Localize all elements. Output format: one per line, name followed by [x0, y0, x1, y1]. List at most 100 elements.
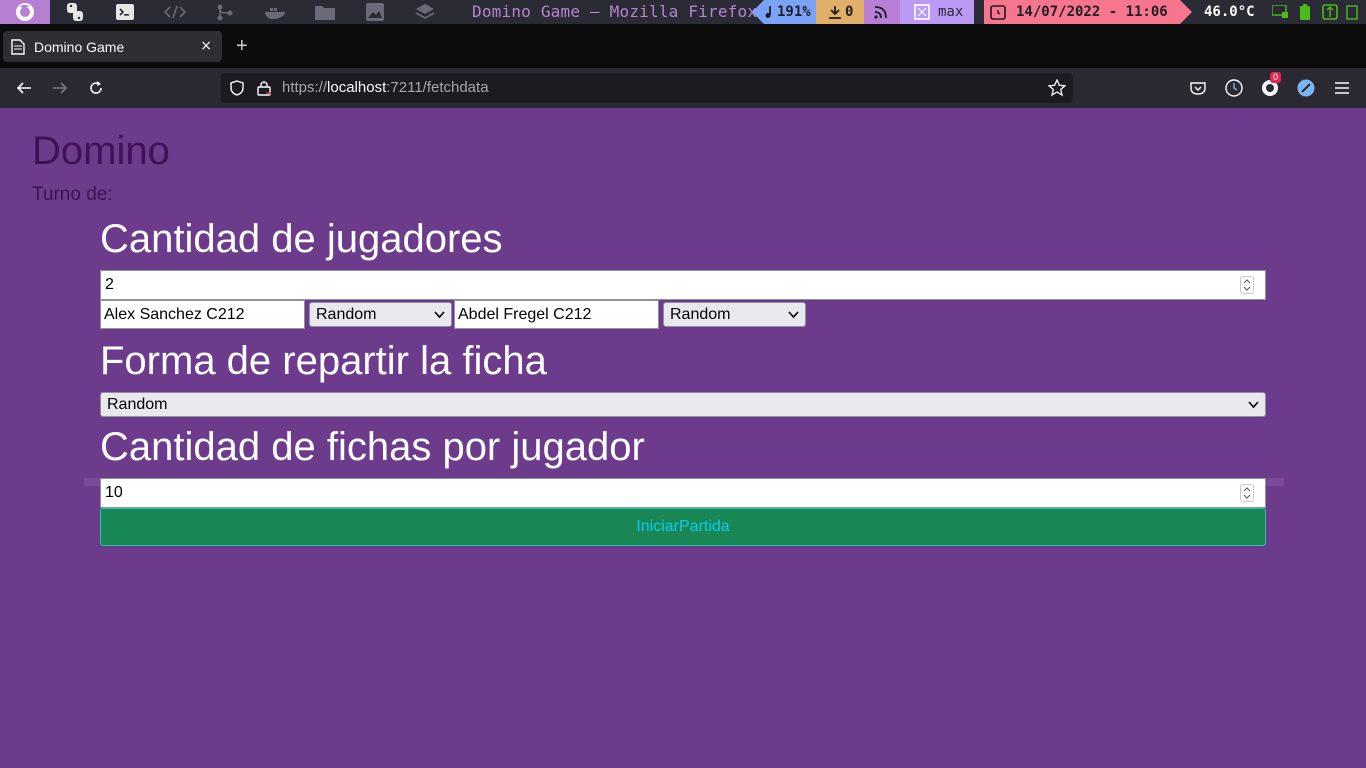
volume-indicator[interactable]: 191%	[764, 0, 816, 24]
start-game-button[interactable]: IniciarPartida	[100, 508, 1266, 546]
pocket-icon	[1190, 82, 1206, 95]
spinner-down-icon[interactable]	[1243, 286, 1251, 291]
browser-tab-bar: Domino Game × +	[0, 24, 1366, 68]
pill-arrow	[816, 0, 828, 24]
downloads-count: 0	[845, 4, 854, 20]
pill-arrow	[1180, 0, 1192, 24]
datetime-value: 14/07/2022 - 11:06	[1016, 4, 1168, 20]
players-count-heading: Cantidad de jugadores	[100, 217, 503, 261]
workspace-layers[interactable]	[400, 0, 450, 24]
tiles-per-player-spinner[interactable]	[1240, 484, 1254, 502]
spinner-up-icon[interactable]	[1243, 487, 1251, 492]
reload-button[interactable]	[84, 76, 108, 100]
tiles-per-player-value: 10	[105, 484, 123, 501]
reload-icon	[90, 81, 102, 94]
workspace-firefox[interactable]	[0, 0, 50, 24]
pocket-button[interactable]	[1186, 76, 1210, 100]
layout-value: max	[938, 4, 964, 20]
workspace-files[interactable]	[300, 0, 350, 24]
workspace-code[interactable]	[150, 0, 200, 24]
deal-mode-heading: Forma de repartir la ficha	[100, 339, 547, 383]
maximize-icon	[914, 4, 930, 20]
pill-arrow	[752, 0, 764, 24]
account-icon	[1297, 79, 1315, 97]
music-note-icon	[765, 6, 771, 18]
players-count-input[interactable]: 2	[100, 270, 1266, 300]
back-arrow-icon	[16, 82, 31, 94]
url-path: :7211/fetchdata	[386, 79, 489, 96]
code-icon	[163, 5, 187, 19]
docker-icon	[265, 8, 285, 19]
player-2-name-input[interactable]: Abdel Fregel C212	[454, 300, 659, 329]
player-1-strategy: Random	[316, 305, 377, 323]
player-1-strategy-select[interactable]: Random	[309, 302, 452, 327]
ublock-button[interactable]: 0	[1258, 72, 1282, 100]
chevron-down-icon	[434, 311, 445, 319]
rss-icon	[873, 6, 887, 19]
player-2-strategy: Random	[670, 305, 731, 323]
page-content: Domino Turno de: Cantidad de jugadores 2…	[0, 108, 1366, 768]
workspace-python[interactable]	[50, 0, 100, 24]
lock-icon[interactable]	[257, 80, 271, 96]
battery-tray-icon[interactable]	[1300, 4, 1310, 20]
players-count-spinner[interactable]	[1240, 276, 1254, 294]
terminal-icon	[116, 4, 134, 20]
player-1-name-input[interactable]: Alex Sanchez C212	[100, 300, 305, 329]
url-host: localhost	[327, 79, 387, 96]
url-text[interactable]: https://localhost:7211/fetchdata	[282, 79, 489, 96]
layout-indicator[interactable]: max	[900, 0, 974, 24]
spinner-up-icon[interactable]	[1243, 279, 1251, 284]
display-tray-icon[interactable]	[1272, 5, 1288, 19]
network-indicator[interactable]	[864, 0, 900, 24]
spinner-down-icon[interactable]	[1243, 494, 1251, 499]
workspace-terminal[interactable]	[100, 0, 150, 24]
url-bar[interactable]: https://localhost:7211/fetchdata	[221, 73, 1073, 103]
tiles-per-player-heading: Cantidad de fichas por jugador	[100, 425, 645, 469]
python-icon	[67, 3, 83, 21]
browser-nav-bar: https://localhost:7211/fetchdata 0	[0, 68, 1366, 108]
tab-domino-game[interactable]: Domino Game ×	[3, 31, 222, 62]
tab-close-icon[interactable]: ×	[200, 38, 212, 54]
downloads-indicator[interactable]: 0	[828, 0, 864, 24]
usb-tray-icon[interactable]	[1322, 4, 1338, 20]
menu-button[interactable]	[1330, 76, 1354, 100]
new-tab-button[interactable]: +	[236, 36, 248, 56]
system-top-bar: Domino Game — Mozilla Firefox 191% 0 max…	[0, 0, 1366, 24]
deal-mode-select[interactable]: Random	[100, 392, 1266, 417]
url-scheme: https://	[282, 79, 328, 96]
layers-icon	[415, 4, 435, 20]
volume-value: 191%	[777, 4, 811, 20]
image-icon	[366, 3, 384, 21]
chevron-down-icon	[788, 311, 799, 319]
deal-mode-value: Random	[107, 395, 168, 413]
datetime-indicator[interactable]: 14/07/2022 - 11:06	[984, 0, 1180, 24]
workspace-git[interactable]	[200, 0, 250, 24]
players-count-value: 2	[105, 276, 114, 293]
bookmark-star-icon[interactable]	[1048, 79, 1066, 97]
shield-icon[interactable]	[230, 80, 244, 96]
forward-arrow-icon	[53, 82, 68, 94]
firefox-icon	[16, 3, 34, 21]
extension-button[interactable]	[1222, 76, 1246, 100]
turn-label: Turno de:	[32, 184, 113, 205]
player-1-name: Alex Sanchez C212	[104, 305, 245, 323]
page-icon	[11, 38, 25, 55]
profile-button[interactable]	[1294, 76, 1318, 100]
temperature-value: 46.0°C	[1204, 4, 1255, 20]
download-icon	[829, 6, 841, 19]
hamburger-menu-icon	[1335, 82, 1349, 94]
workspace-images[interactable]	[350, 0, 400, 24]
page-title: Domino	[32, 129, 170, 173]
notification-badge: 0	[1270, 72, 1282, 83]
temperature-indicator: 46.0°C	[1204, 0, 1255, 24]
forward-button[interactable]	[48, 76, 72, 100]
tab-title: Domino Game	[34, 38, 125, 55]
player-2-strategy-select[interactable]: Random	[663, 302, 806, 327]
clock-extension-icon	[1225, 79, 1243, 97]
tiles-per-player-input[interactable]: 10	[100, 478, 1266, 508]
workspace-docker[interactable]	[250, 0, 300, 24]
calendar-clock-icon	[990, 5, 1006, 20]
power-tray-icon[interactable]	[1346, 4, 1358, 20]
back-button[interactable]	[12, 76, 36, 100]
folder-icon	[315, 6, 335, 20]
